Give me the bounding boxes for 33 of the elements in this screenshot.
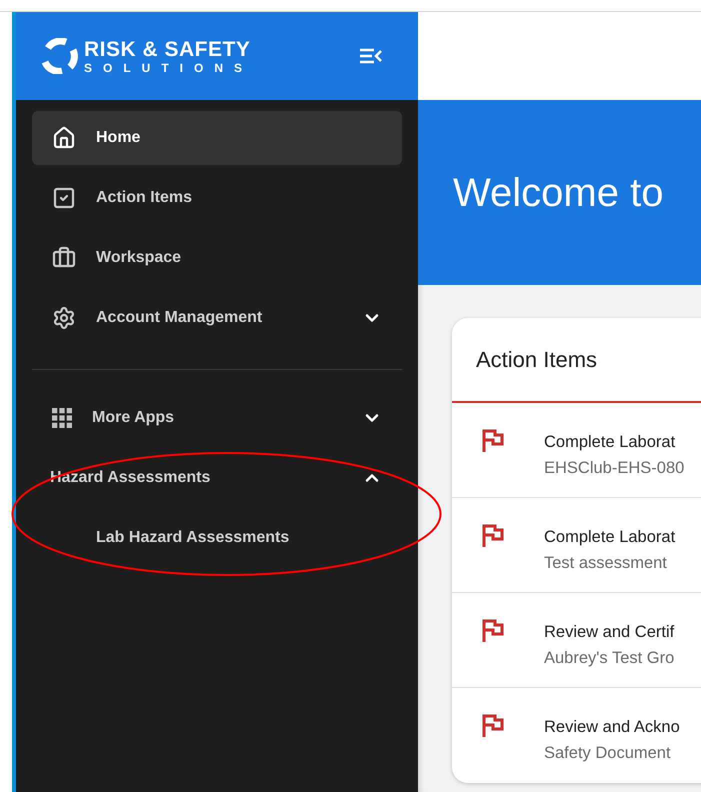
action-item-title: Review and Certif [544, 622, 674, 643]
card-title: Action Items [476, 346, 598, 374]
nav-item[interactable]: Action Items [32, 171, 402, 225]
flag-icon [482, 714, 504, 737]
brand-name: RISK & SAFETY [84, 38, 252, 60]
action-item-title: Complete Laborat [544, 527, 676, 548]
nav-item[interactable]: Home [32, 111, 402, 165]
action-item-row[interactable]: Complete Laborat Test assessment [452, 498, 701, 593]
action-item-title: Complete Laborat [544, 432, 676, 453]
home-icon [52, 126, 76, 150]
action-item-row[interactable]: Complete Laborat EHSClub-EHS-080 [452, 403, 701, 498]
checkbox-icon [52, 186, 76, 210]
action-item-subtitle: Test assessment [544, 553, 668, 574]
flag-icon [482, 429, 504, 452]
action-item-title: Review and Ackno [544, 717, 680, 738]
flag-icon [482, 619, 504, 642]
nav-subitem[interactable]: Lab Hazard Assessments [32, 511, 402, 565]
briefcase-icon [52, 246, 76, 270]
logo-icon [40, 38, 78, 74]
nav-item[interactable]: More Apps [32, 391, 402, 445]
action-item-row[interactable]: Review and Ackno Safety Document [452, 688, 701, 783]
action-item-subtitle: EHSClub-EHS-080 [544, 458, 684, 479]
menu-collapse-icon[interactable] [360, 48, 382, 64]
action-item-row[interactable]: Review and Certif Aubrey's Test Gro [452, 593, 701, 688]
action-item-subtitle: Aubrey's Test Gro [544, 648, 674, 669]
brand-tagline: SOLUTIONS [84, 62, 254, 74]
nav-item[interactable]: Account Management [32, 291, 402, 345]
action-item-subtitle: Safety Document [544, 743, 672, 764]
gear-icon [52, 306, 76, 330]
nav-item[interactable]: Workspace [32, 231, 402, 285]
grid-icon [52, 408, 72, 428]
flag-icon [482, 524, 504, 547]
welcome-title: Welcome to [453, 170, 664, 216]
